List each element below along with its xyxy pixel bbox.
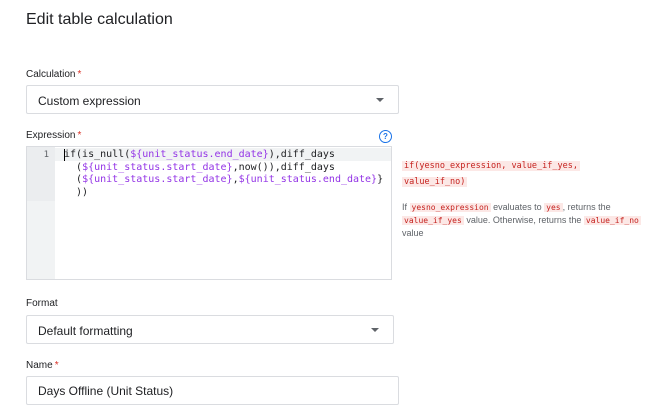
name-label: Name * <box>26 360 59 371</box>
code-text: if(is_null( <box>64 149 131 160</box>
code-field-reference: ${unit_status.start_date} <box>82 174 233 185</box>
calculation-select-value: Custom expression <box>38 94 141 108</box>
dialog-title: Edit table calculation <box>26 11 173 28</box>
help-circle-icon[interactable]: ? <box>379 130 392 143</box>
chevron-down-icon <box>376 98 384 102</box>
code-text: ( <box>64 174 83 185</box>
expression-label: Expression * <box>26 130 82 141</box>
calculation-select[interactable]: Custom expression <box>26 85 399 114</box>
signature-line: value_if_no) <box>402 177 468 187</box>
required-mark: * <box>54 360 59 371</box>
editor-gutter <box>27 147 55 279</box>
keyword-chip: yes <box>544 203 563 212</box>
required-mark: * <box>77 130 82 141</box>
expression-editor[interactable]: 1 if(is_null(${unit_status.end_date}),di… <box>26 146 392 280</box>
chevron-down-icon <box>371 328 379 332</box>
code-field-reference: ${unit_status.end_date} <box>238 174 378 185</box>
keyword-chip: value_if_yes <box>402 216 464 225</box>
code-text: ),diff_days <box>268 149 335 160</box>
code-field-reference: ${unit_status.start_date} <box>82 161 233 173</box>
function-description: If yesno_expression evaluates to yes, re… <box>402 202 641 238</box>
code-text: ( <box>64 161 83 173</box>
calculation-label: Calculation * <box>26 69 82 80</box>
line-number: 1 <box>43 150 49 160</box>
format-select-value: Default formatting <box>38 324 133 338</box>
code-text: )) <box>64 186 89 198</box>
keyword-chip: yesno_expression <box>409 203 491 212</box>
format-select[interactable]: Default formatting <box>26 315 394 344</box>
expression-code[interactable]: if(is_null(${unit_status.end_date}),diff… <box>64 149 383 199</box>
code-text: ,now()),diff_days <box>232 161 335 173</box>
function-signature: if(yesno_expression, value_if_yes, value… <box>402 158 580 190</box>
code-field-reference: ${unit_status.end_date} <box>130 149 269 160</box>
code-text: } <box>377 174 384 185</box>
signature-line: if(yesno_expression, value_if_yes, <box>402 161 580 171</box>
format-label: Format <box>26 298 58 309</box>
required-mark: * <box>77 69 82 80</box>
keyword-chip: value_if_no <box>583 216 641 225</box>
text-cursor <box>64 149 65 161</box>
name-input[interactable] <box>26 376 399 405</box>
